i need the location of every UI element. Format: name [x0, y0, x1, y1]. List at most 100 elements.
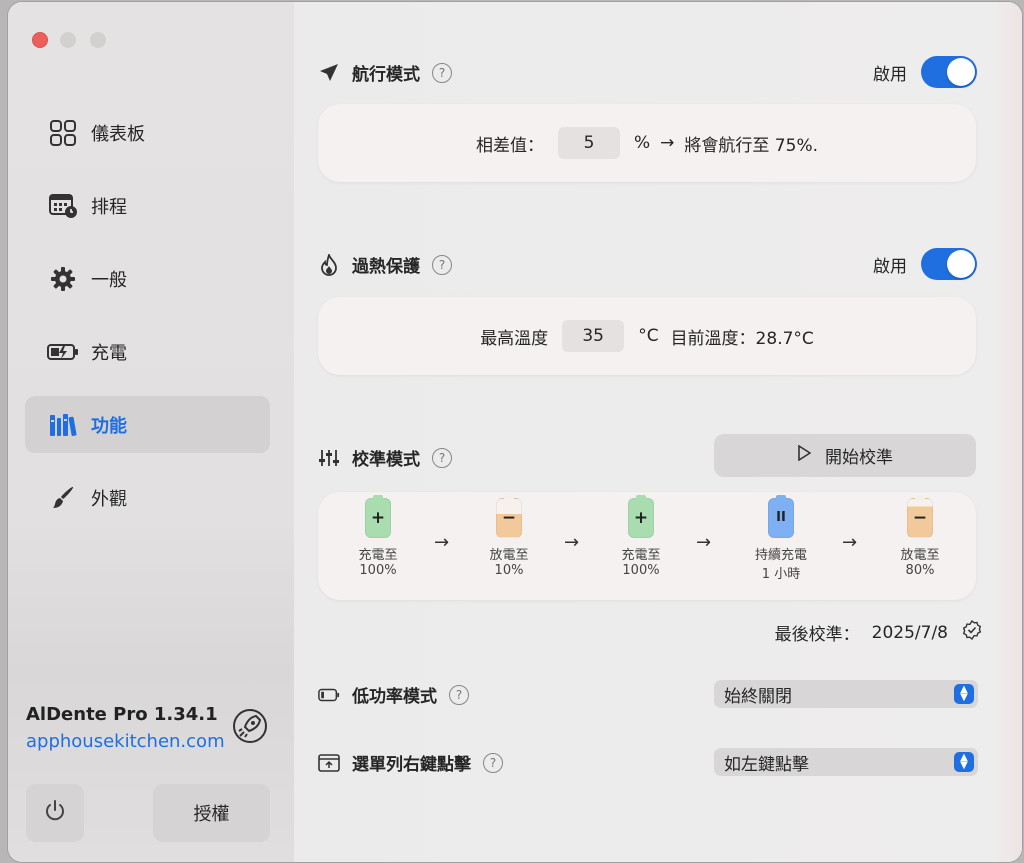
website-link[interactable]: apphousekitchen.com: [26, 731, 225, 752]
calibration-step-2: − 放電至 10%: [469, 495, 549, 578]
step-line2: 1 小時: [761, 567, 801, 582]
checkmark-seal-icon: [962, 619, 982, 645]
battery-low-icon: [318, 684, 340, 706]
menubar-icon: [318, 752, 340, 774]
diff-input[interactable]: 5: [558, 127, 620, 159]
sailing-enable: 啟用: [873, 56, 977, 88]
arrow-right-icon: →: [434, 532, 450, 553]
brand-info: AlDente Pro 1.34.1 apphousekitchen.com: [26, 704, 225, 752]
select-value: 如左鍵點擊: [724, 754, 809, 775]
enable-label: 啟用: [873, 256, 907, 277]
sidebar-item-dashboard[interactable]: 儀表板: [25, 104, 270, 161]
heat-protection-header: 過熱保護 ?: [318, 252, 452, 277]
flame-icon: [318, 253, 340, 276]
sidebar-item-charging[interactable]: 充電: [25, 323, 270, 380]
arrow-right-icon: →: [842, 532, 858, 553]
sailing-mode-header: 航行模式 ?: [318, 60, 452, 85]
play-icon: [797, 444, 812, 466]
calibration-step-1: + 充電至 100%: [338, 495, 418, 578]
calibration-header: 校準模式 ?: [318, 445, 452, 470]
calibration-step-5: − 放電至 80%: [880, 495, 960, 578]
step-line2: 80%: [905, 563, 935, 578]
books-icon: [47, 409, 79, 441]
sailing-toggle[interactable]: [921, 56, 977, 88]
calibration-steps-card: + 充電至 100% → − 放電至 10% → + 充電至 100% → II…: [318, 492, 976, 600]
start-calibration-label: 開始校準: [825, 448, 893, 468]
sailing-card: 相差值： 5 % → 將會航行至 75%.: [318, 104, 976, 182]
section-title: 選單列右鍵點擊: [352, 755, 471, 775]
select-value: 始終關閉: [724, 686, 792, 707]
last-calibration-label: 最後校準：: [774, 625, 860, 645]
menubar-right-click-header: 選單列右鍵點擊 ?: [318, 750, 503, 775]
help-icon[interactable]: ?: [432, 447, 452, 468]
temp-unit: °C: [638, 326, 659, 346]
diff-label: 相差值：: [476, 135, 544, 156]
low-power-header: 低功率模式 ?: [318, 682, 469, 707]
max-temp-label: 最高溫度: [480, 328, 549, 349]
license-button[interactable]: 授權: [153, 784, 270, 842]
percent-unit: %: [634, 133, 651, 153]
max-temp-input[interactable]: 35: [562, 320, 625, 352]
app-window: 儀表板 排程 一般 充電 功能 外觀 AlDente Pro 1.34.1 ap…: [8, 2, 1022, 862]
step-line1: 持續充電: [754, 548, 807, 563]
power-button[interactable]: [26, 784, 84, 842]
step-line1: 放電至: [900, 548, 940, 563]
battery-minus-icon: −: [907, 495, 933, 538]
enable-label: 啟用: [873, 64, 907, 85]
sliders-icon: [318, 447, 340, 469]
last-calibration: 最後校準： 2025/7/8: [774, 619, 982, 645]
paper-plane-icon: [318, 62, 340, 84]
sidebar-item-general[interactable]: 一般: [25, 250, 270, 307]
paintbrush-icon: [47, 482, 79, 514]
sidebar-item-label: 外觀: [91, 488, 127, 510]
battery-pause-icon: II: [768, 495, 794, 538]
heat-card: 最高溫度 35 °C 目前溫度：28.7°C: [318, 297, 976, 375]
calendar-clock-icon: [47, 190, 79, 222]
help-icon[interactable]: ?: [449, 684, 469, 705]
section-title: 低功率模式: [352, 687, 437, 707]
close-window-button[interactable]: [32, 32, 48, 48]
low-power-select[interactable]: 始終關閉 ▲ ▼: [714, 680, 978, 708]
last-calibration-date: 2025/7/8: [871, 622, 948, 643]
app-version: AlDente Pro 1.34.1: [26, 704, 218, 725]
section-title: 校準模式: [352, 450, 420, 470]
sidebar-item-schedule[interactable]: 排程: [25, 177, 270, 234]
step-line2: 10%: [494, 563, 524, 578]
calibration-step-3: + 充電至 100%: [601, 495, 681, 578]
battery-minus-icon: −: [496, 495, 522, 538]
power-icon: [42, 798, 68, 828]
help-icon[interactable]: ?: [483, 752, 503, 773]
menubar-right-click-select[interactable]: 如左鍵點擊 ▲ ▼: [714, 748, 978, 776]
main-panel: 航行模式 ? 啟用 相差值： 5 % → 將會航行至 75%. 過熱保護 ? 啟: [294, 2, 1022, 862]
step-line2: 100%: [622, 563, 660, 578]
sidebar-item-label: 充電: [91, 342, 127, 364]
dashboard-icon: [47, 117, 79, 149]
heat-enable: 啟用: [873, 248, 977, 280]
sidebar-item-features[interactable]: 功能: [25, 396, 270, 453]
step-line1: 充電至: [358, 548, 398, 563]
sidebar-item-label: 排程: [91, 196, 127, 218]
section-title: 航行模式: [352, 65, 420, 85]
rocket-icon[interactable]: [232, 708, 268, 744]
sidebar-item-label: 儀表板: [91, 123, 145, 145]
calibration-step-4: II 持續充電 1 小時: [741, 495, 821, 582]
heat-toggle[interactable]: [921, 248, 977, 280]
step-line1: 放電至: [489, 548, 529, 563]
section-title: 過熱保護: [352, 257, 420, 277]
sidebar-item-label: 一般: [91, 269, 127, 291]
sailing-result: 將會航行至 75%.: [684, 135, 818, 156]
sidebar-item-label: 功能: [91, 415, 127, 437]
step-line2: 100%: [359, 563, 397, 578]
help-icon[interactable]: ?: [432, 62, 452, 83]
help-icon[interactable]: ?: [432, 254, 452, 275]
current-temp: 目前溫度：28.7°C: [670, 328, 814, 349]
arrow-right-icon: →: [696, 532, 712, 553]
sidebar-item-appearance[interactable]: 外觀: [25, 469, 270, 526]
chevron-updown-icon: ▲ ▼: [954, 684, 974, 704]
step-line1: 充電至: [621, 548, 661, 563]
chevron-updown-icon: ▲ ▼: [954, 752, 974, 772]
zoom-window-button[interactable]: [90, 32, 106, 48]
minimize-window-button[interactable]: [60, 32, 76, 48]
start-calibration-button[interactable]: 開始校準: [714, 434, 976, 477]
battery-plus-icon: +: [628, 495, 654, 538]
